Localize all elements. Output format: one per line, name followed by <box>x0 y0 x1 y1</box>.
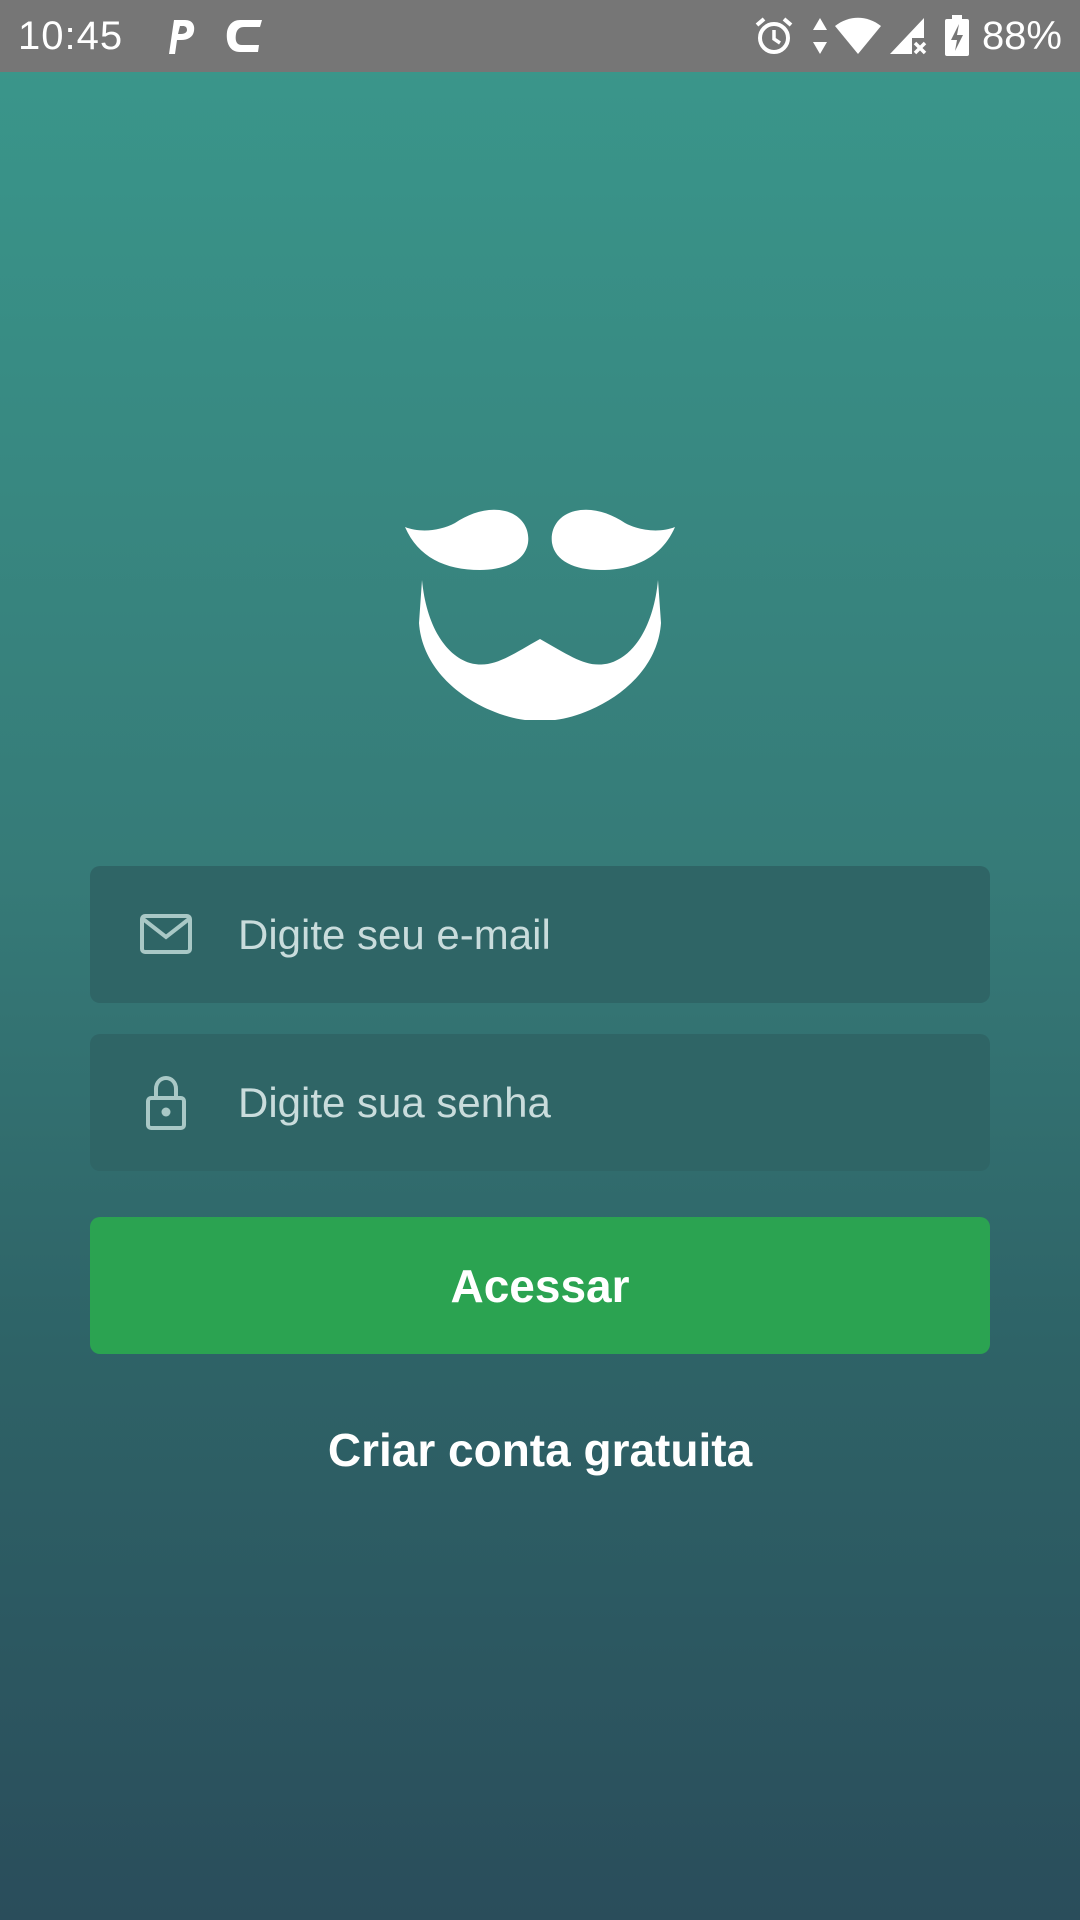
login-button[interactable]: Acessar <box>90 1217 990 1354</box>
password-field[interactable] <box>90 1034 990 1171</box>
c-app-icon <box>222 14 266 58</box>
wifi-icon <box>832 14 884 58</box>
email-input[interactable] <box>238 866 958 1003</box>
status-bar: 10:45 88% <box>0 0 1080 72</box>
signal-icon <box>888 14 928 58</box>
battery-charging-icon <box>944 14 970 58</box>
p-app-icon <box>160 14 200 58</box>
battery-percent: 88% <box>981 14 1062 58</box>
login-screen: 10:45 88% Digite seu e-mail Acessar Cria… <box>0 0 1080 1920</box>
password-input[interactable] <box>238 1034 958 1171</box>
email-field[interactable] <box>90 866 990 1003</box>
create-account-link[interactable]: Criar conta gratuita <box>0 1420 1080 1480</box>
data-arrows-icon <box>810 14 830 58</box>
lock-icon <box>138 1074 194 1130</box>
envelope-icon <box>138 906 194 962</box>
alarm-icon <box>752 14 796 58</box>
status-time: 10:45 <box>18 14 124 58</box>
mustache-beard-logo <box>400 505 680 721</box>
